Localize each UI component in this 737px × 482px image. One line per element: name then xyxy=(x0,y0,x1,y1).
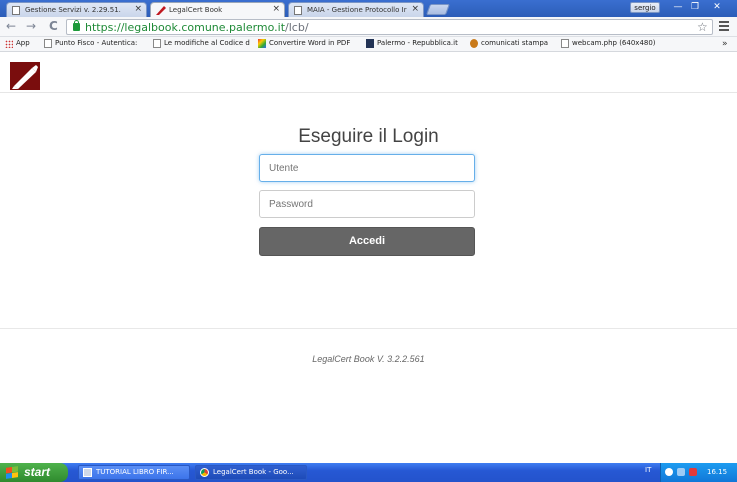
bookmark-app[interactable]: App xyxy=(5,39,30,48)
bookmark-label: Convertire Word in PDF xyxy=(269,39,351,47)
pen-icon xyxy=(12,65,38,89)
username-input[interactable] xyxy=(259,154,475,182)
bookmarks-bar: App Punto Fisco - Autentica: Le modifich… xyxy=(0,37,737,52)
bookmark-comunicati[interactable]: comunicati stampa xyxy=(470,39,549,48)
url-host: https://legalbook.comune.palermo.it xyxy=(85,21,286,34)
forward-arrow-icon[interactable]: → xyxy=(26,20,36,32)
network-icon[interactable] xyxy=(677,468,685,476)
profile-user-label[interactable]: sergio xyxy=(630,2,660,13)
windows-flag-icon xyxy=(6,466,18,479)
bookmark-word-pdf[interactable]: Convertire Word in PDF xyxy=(258,39,351,48)
page-icon xyxy=(12,6,20,15)
close-tab-icon[interactable]: × xyxy=(272,4,280,14)
task-label: TUTORIAL LIBRO FIR... xyxy=(96,468,174,476)
close-tab-icon[interactable]: × xyxy=(134,4,142,14)
tab-gestione-servizi[interactable]: Gestione Servizi v. 2.29.51. × xyxy=(6,2,147,17)
bookmark-punto-fisco[interactable]: Punto Fisco - Autentica: xyxy=(44,39,138,48)
chrome-icon xyxy=(200,468,209,477)
login-title: Eseguire il Login xyxy=(298,126,439,147)
legalcert-logo-icon xyxy=(156,6,166,15)
close-window-icon[interactable]: ✕ xyxy=(709,2,725,13)
tab-label: Gestione Servizi v. 2.29.51. xyxy=(25,6,121,14)
browser-tab-strip: Gestione Servizi v. 2.29.51. × LegalCert… xyxy=(0,0,737,17)
page-icon xyxy=(153,39,161,48)
lock-icon xyxy=(73,20,80,31)
language-indicator[interactable]: IT xyxy=(645,466,651,474)
minimize-icon[interactable]: — xyxy=(670,2,686,13)
bookmark-label: comunicati stampa xyxy=(481,39,549,47)
reload-icon[interactable]: C xyxy=(49,20,58,32)
bookmark-repubblica[interactable]: Palermo - Repubblica.it xyxy=(366,39,458,48)
bookmark-label: webcam.php (640x480) xyxy=(572,39,656,47)
url-text: https://legalbook.comune.palermo.it/lcb/ xyxy=(85,21,309,34)
hamburger-menu-icon[interactable] xyxy=(719,21,729,31)
site-header xyxy=(0,53,737,93)
back-arrow-icon[interactable]: ← xyxy=(6,20,16,32)
clock: 16.15 xyxy=(707,468,728,476)
bookmark-webcam[interactable]: webcam.php (640x480) xyxy=(561,39,656,48)
page-icon xyxy=(294,6,302,15)
apps-icon xyxy=(5,40,13,48)
task-label: LegalCert Book - Goo... xyxy=(213,468,294,476)
web-page: Eseguire il Login Accedi LegalCert Book … xyxy=(0,53,737,463)
bookmark-label: Le modifiche al Codice d xyxy=(164,39,250,47)
close-tab-icon[interactable]: × xyxy=(411,4,419,14)
version-text: LegalCert Book V. 3.2.2.561 xyxy=(312,354,425,364)
browser-toolbar: ← → C https://legalbook.comune.palermo.i… xyxy=(0,17,737,37)
address-bar[interactable]: https://legalbook.comune.palermo.it/lcb/ xyxy=(66,19,713,35)
desktop-screen: Gestione Servizi v. 2.29.51. × LegalCert… xyxy=(0,0,737,482)
antivirus-icon[interactable] xyxy=(689,468,697,476)
login-button[interactable]: Accedi xyxy=(259,227,475,256)
legalcert-logo[interactable] xyxy=(10,62,40,90)
url-path: /lcb/ xyxy=(285,21,309,34)
restore-icon[interactable]: ❐ xyxy=(687,2,703,13)
document-icon xyxy=(83,468,92,477)
taskbar-item-chrome[interactable]: LegalCert Book - Goo... xyxy=(195,465,307,480)
rep-icon xyxy=(366,39,374,48)
page-icon xyxy=(44,39,52,48)
tab-label: MAIA - Gestione Protocollo Ir xyxy=(307,6,407,14)
bookmarks-more-icon[interactable]: » xyxy=(722,39,728,49)
pdf-icon xyxy=(258,39,266,48)
taskbar-item-tutorial[interactable]: TUTORIAL LIBRO FIR... xyxy=(78,465,190,480)
globe-icon xyxy=(470,39,478,48)
tab-maia-protocollo[interactable]: MAIA - Gestione Protocollo Ir × xyxy=(288,2,424,17)
bookmark-label: Punto Fisco - Autentica: xyxy=(55,39,138,47)
windows-taskbar: start TUTORIAL LIBRO FIR... LegalCert Bo… xyxy=(0,463,737,482)
new-tab-button[interactable] xyxy=(425,4,451,15)
password-input[interactable] xyxy=(259,190,475,218)
tab-label: LegalCert Book xyxy=(169,6,223,14)
bookmark-star-icon[interactable]: ☆ xyxy=(697,20,708,34)
bookmark-label: Palermo - Repubblica.it xyxy=(377,39,458,47)
bookmark-label: App xyxy=(16,39,30,47)
page-icon xyxy=(561,39,569,48)
start-label: start xyxy=(24,465,51,479)
footer-divider xyxy=(0,328,737,329)
tab-legalcert-book[interactable]: LegalCert Book × xyxy=(150,2,285,17)
tray-arrow-icon[interactable] xyxy=(665,468,673,476)
bookmark-modifiche-codice[interactable]: Le modifiche al Codice d xyxy=(153,39,250,48)
start-button[interactable]: start xyxy=(0,463,68,482)
